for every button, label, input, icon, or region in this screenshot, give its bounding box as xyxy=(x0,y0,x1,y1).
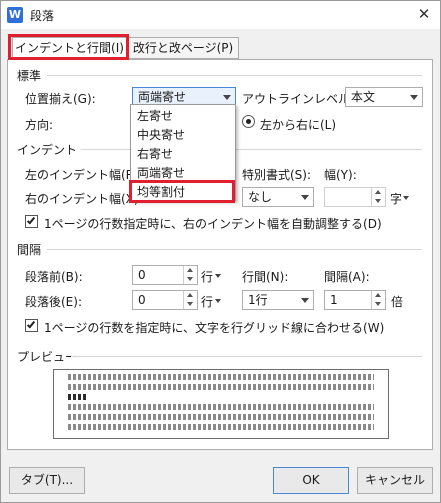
indent-by-label: 幅(Y): xyxy=(324,168,357,182)
paragraph-dialog: W 段落 ✕ インデントと行間(I) 改行と改ページ(P) 標準 位置揃え(G)… xyxy=(0,0,441,503)
outline-level-value: 本文 xyxy=(351,90,376,104)
space-after-spinner[interactable]: 0 xyxy=(132,290,198,310)
spin-down-icon xyxy=(375,199,381,203)
paragraph-preview xyxy=(53,369,389,439)
special-indent-label: 特別書式(S): xyxy=(242,168,312,182)
unit-chevron-down-icon[interactable] xyxy=(215,274,221,278)
chevron-down-icon xyxy=(301,298,309,303)
unit-chevron-down-icon[interactable] xyxy=(403,196,409,200)
spin-up-icon xyxy=(375,190,381,194)
special-indent-select[interactable]: なし xyxy=(242,187,314,207)
direction-label: 方向: xyxy=(25,118,54,132)
indent-by-unit[interactable]: 字 xyxy=(390,190,402,207)
spacing-at-value: 1 xyxy=(330,293,338,307)
preview-text-line xyxy=(68,414,374,420)
indent-by-spinner[interactable] xyxy=(324,187,386,207)
section-spacing-title: 間隔 xyxy=(17,243,42,257)
direction-ltr-radio[interactable] xyxy=(242,115,255,128)
left-indent-label: 左のインデント幅(R): xyxy=(25,168,143,182)
dialog-title: 段落 xyxy=(30,9,55,23)
checkmark-icon xyxy=(26,215,36,225)
section-preview-divider xyxy=(71,356,422,357)
close-icon[interactable]: ✕ xyxy=(408,1,440,29)
preview-text-line xyxy=(68,424,374,430)
space-before-label: 段落前(B): xyxy=(25,270,83,284)
special-indent-value: なし xyxy=(248,190,273,204)
distributed-item-highlight xyxy=(129,180,235,203)
spinner-arrows[interactable] xyxy=(183,266,197,284)
spacing-at-label: 間隔(A): xyxy=(324,270,370,284)
ok-button[interactable]: OK xyxy=(273,467,349,494)
outline-level-select[interactable]: 本文 xyxy=(345,87,423,107)
space-before-value: 0 xyxy=(138,268,146,282)
section-spacing-divider xyxy=(47,249,422,250)
chevron-down-icon xyxy=(301,195,309,200)
spinner-arrows[interactable] xyxy=(371,291,385,309)
spacing-at-spinner[interactable]: 1 xyxy=(324,290,386,310)
auto-adjust-right-indent-checkbox[interactable] xyxy=(25,215,38,228)
right-indent-label: 右のインデント幅(X): xyxy=(25,192,143,206)
line-spacing-label: 行間(N): xyxy=(242,270,289,284)
title-bar: W 段落 ✕ xyxy=(1,1,440,29)
space-after-label: 段落後(E): xyxy=(25,295,82,309)
section-preview-title: プレビュー xyxy=(17,350,78,364)
snap-to-grid-checkbox[interactable] xyxy=(25,319,38,332)
spin-up-icon xyxy=(187,293,193,297)
spin-up-icon xyxy=(187,268,193,272)
preview-text-line xyxy=(68,374,374,380)
spinner-arrows[interactable] xyxy=(371,188,385,206)
section-general-divider xyxy=(47,75,422,76)
space-before-unit[interactable]: 行 xyxy=(201,268,213,285)
preview-text-line xyxy=(68,384,374,390)
space-after-unit[interactable]: 行 xyxy=(201,293,213,310)
unit-chevron-down-icon[interactable] xyxy=(215,299,221,303)
tabs-button[interactable]: タブ(T)... xyxy=(9,467,85,494)
alignment-selected-value: 両端寄せ xyxy=(138,90,187,104)
direction-ltr-label: 左から右に(L) xyxy=(260,118,337,132)
active-tab-highlight xyxy=(8,34,129,60)
tab-line-page-breaks[interactable]: 改行と改ページ(P) xyxy=(127,37,239,59)
preview-text-line xyxy=(68,404,374,410)
line-spacing-value: 1行 xyxy=(248,293,268,307)
spin-down-icon xyxy=(187,302,193,306)
dropdown-item-left[interactable]: 左寄せ xyxy=(131,107,235,126)
spacing-at-unit: 倍 xyxy=(391,295,404,309)
auto-adjust-right-indent-label: 1ページの行数指定時に、右のインデント幅を自動調整する(D) xyxy=(44,217,382,231)
alignment-label: 位置揃え(G): xyxy=(25,92,96,106)
space-before-spinner[interactable]: 0 xyxy=(132,265,198,285)
spin-down-icon xyxy=(375,302,381,306)
spin-down-icon xyxy=(187,277,193,281)
wps-writer-icon: W xyxy=(7,7,23,23)
dropdown-item-right[interactable]: 右寄せ xyxy=(131,145,235,164)
preview-sample-line xyxy=(68,394,86,400)
section-general-title: 標準 xyxy=(17,69,42,83)
chevron-down-icon xyxy=(410,95,418,100)
cancel-button[interactable]: キャンセル xyxy=(357,467,433,494)
dropdown-item-center[interactable]: 中央寄せ xyxy=(131,126,235,145)
section-indent-title: インデント xyxy=(17,143,78,157)
radio-selected-dot xyxy=(246,119,251,124)
chevron-down-icon xyxy=(223,95,231,100)
line-spacing-select[interactable]: 1行 xyxy=(242,290,314,310)
spinner-arrows[interactable] xyxy=(183,291,197,309)
snap-to-grid-label: 1ページの行数を指定時に、文字を行グリッド線に合わせる(W) xyxy=(44,321,385,335)
spin-up-icon xyxy=(375,293,381,297)
checkmark-icon xyxy=(26,319,36,329)
space-after-value: 0 xyxy=(138,293,146,307)
